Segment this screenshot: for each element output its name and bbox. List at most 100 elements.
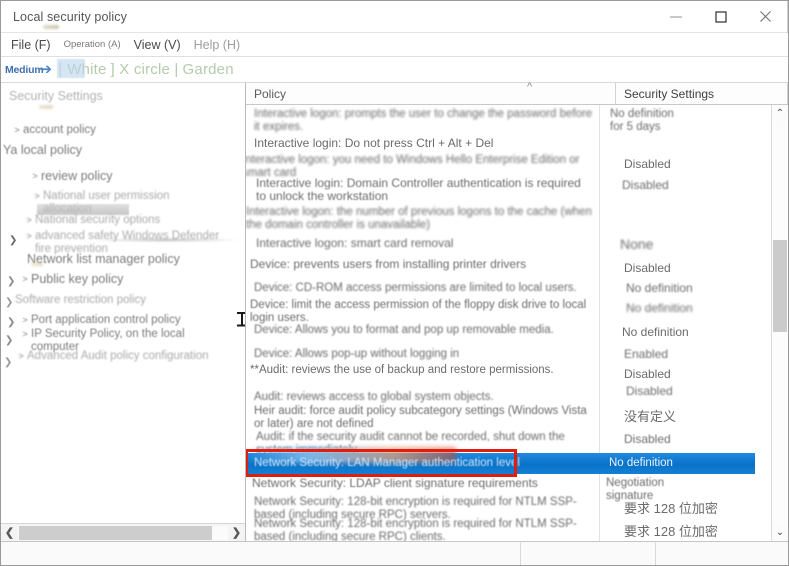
table-row[interactable]: Network Security: 128-bit encryption is … (246, 518, 599, 541)
selected-row-setting-label: No definition (609, 457, 673, 469)
menu-item-operation[interactable]: Operation (A) (64, 39, 121, 50)
table-row[interactable]: Interactive login: Domain Controller aut… (248, 177, 599, 202)
setting-value[interactable]: Disabled (614, 368, 771, 381)
table-row[interactable]: Device: limit the access permission of t… (246, 299, 599, 324)
maximize-button[interactable] (698, 1, 743, 32)
table-row[interactable]: Interactive logon: the number of previou… (246, 206, 599, 231)
title-smudge-artifact (43, 25, 59, 29)
table-row[interactable]: Device: Allows pop-up without logging in (246, 348, 599, 361)
setting-value[interactable]: 要求 128 位加密 (614, 525, 771, 539)
chevron-right-icon[interactable]: > (19, 328, 31, 341)
chevron-right-icon[interactable]: > (15, 350, 27, 363)
tree-item-label: account policy (23, 124, 96, 136)
setting-value[interactable]: Negotiation signature (596, 477, 686, 502)
chevron-right-icon[interactable]: ❯ (4, 354, 16, 371)
menu-item-help[interactable]: Help (H) (194, 38, 241, 52)
scroll-right-icon[interactable]: ❯ (228, 526, 245, 539)
list-vertical-scrollbar[interactable]: ⌃ ⌄ (771, 105, 788, 541)
menu-item-file[interactable]: File (F) (11, 38, 51, 52)
column-header-policy[interactable]: Policy (246, 83, 616, 104)
sort-indicator-icon: ^ (527, 81, 533, 93)
table-row[interactable]: Interactive logon: prompts the user to c… (246, 108, 599, 133)
table-row[interactable]: Heir audit: force audit policy subcatego… (246, 405, 599, 430)
setting-value[interactable]: 没有定义 (614, 410, 771, 424)
vscroll-thumb[interactable] (773, 240, 787, 332)
setting-value[interactable]: No definition for 5 days (600, 108, 674, 133)
chevron-right-icon[interactable]: > (29, 170, 41, 183)
tree-pane: Security Settings > account policy Ya lo… (1, 83, 246, 541)
tree-horizontal-scrollbar[interactable]: ❮ ❯ (1, 523, 245, 541)
chevron-right-icon[interactable]: > (31, 190, 43, 203)
chevron-right-icon[interactable]: ❯ (7, 273, 19, 290)
setting-value[interactable]: 要求 128 位加密 (614, 502, 771, 516)
tree-item-ya-local-policy[interactable]: Ya local policy (3, 142, 233, 159)
setting-value[interactable]: No definition (616, 302, 771, 315)
hscroll-thumb[interactable] (19, 525, 212, 540)
tree-item-software-restriction-policy[interactable]: Software restriction policy (15, 292, 227, 309)
toolbar-word-garden[interactable]: Garden (183, 61, 234, 78)
chevron-right-icon[interactable]: > (23, 214, 35, 227)
chevron-right-icon[interactable]: ❯ (5, 332, 17, 349)
setting-value[interactable]: Disabled (614, 262, 771, 275)
titlebar-right-border (787, 1, 788, 33)
tree-header-label: Security Settings (9, 89, 103, 103)
vscroll-track[interactable] (772, 122, 788, 524)
chevron-right-icon[interactable]: > (23, 230, 35, 243)
list-rows-area: Interactive logon: prompts the user to c… (246, 105, 788, 541)
table-row[interactable]: Interactive logon: smart card removal (248, 237, 599, 250)
tree-item-label: Ya local policy (3, 143, 82, 157)
tree-item-public-key-policy[interactable]: > Public key policy (19, 271, 229, 288)
scroll-left-icon[interactable]: ❮ (1, 526, 18, 539)
tree-header: Security Settings (1, 83, 245, 109)
chevron-right-icon[interactable]: ❯ (5, 294, 17, 311)
setting-value[interactable]: No definition (612, 326, 771, 339)
table-row[interactable]: Device: Allows you to format and pop up … (246, 324, 599, 337)
minimize-button[interactable] (653, 1, 698, 32)
toolbar-word-xcircle[interactable]: ] X circle | (111, 61, 179, 78)
menu-bar: File (F) Operation (A) View (V) Help (H) (1, 33, 788, 57)
setting-value[interactable]: Disabled (614, 158, 771, 171)
list-column-header: Policy Security Settings ^ (246, 81, 788, 105)
toolbar-medium-label[interactable]: Medium (5, 64, 44, 76)
setting-value[interactable]: Enabled (614, 348, 771, 361)
scroll-down-icon[interactable]: ⌄ (772, 524, 788, 541)
tree-item-advanced-audit-policy-configuration[interactable]: > Advanced Audit policy configuration (15, 348, 233, 365)
menu-item-view[interactable]: View (V) (134, 38, 181, 52)
chevron-right-icon[interactable]: > (11, 124, 23, 137)
right-arrow-icon[interactable]: ➔ (39, 62, 52, 77)
selected-setting-highlight[interactable]: No definition (599, 453, 755, 474)
selected-row-policy-label: Network Security: LAN Manager authentica… (254, 457, 520, 469)
table-row[interactable]: Audit: reviews access to global system o… (246, 391, 599, 404)
tree-item-network-list-manager-policy[interactable]: Network list manager policy (27, 251, 237, 268)
table-row[interactable]: Device: prevents users from installing p… (246, 258, 599, 271)
table-row[interactable]: Interactive login: Do not press Ctrl + A… (246, 137, 599, 150)
tree-item-label: Advanced Audit policy configuration (27, 350, 209, 362)
column-header-security-settings[interactable]: Security Settings (616, 83, 788, 104)
table-row[interactable]: Network Security: LDAP client signature … (246, 477, 599, 490)
chevron-right-icon[interactable]: ❯ (7, 314, 19, 331)
hscroll-track[interactable] (18, 525, 228, 540)
chevron-right-icon[interactable]: ❯ (9, 232, 21, 249)
policy-column: Interactive logon: prompts the user to c… (246, 105, 599, 541)
tree-item-account-policy[interactable]: > account policy (11, 122, 231, 139)
column-header-policy-label: Policy (254, 86, 287, 101)
table-row[interactable]: Device: CD-ROM access permissions are li… (246, 282, 599, 295)
tree-item-review-policy[interactable]: > review policy (29, 168, 229, 185)
close-button[interactable] (743, 1, 788, 32)
setting-value[interactable]: Disabled (616, 385, 673, 398)
scroll-up-icon[interactable]: ⌃ (772, 105, 788, 122)
setting-value[interactable]: Disabled (612, 179, 771, 192)
toolbar-highlight-artifact (57, 59, 85, 78)
setting-value[interactable]: None (610, 237, 771, 251)
tree-item-label: Network list manager policy (27, 252, 180, 266)
setting-value[interactable]: Disabled (614, 433, 771, 446)
local-security-policy-window: Local security policy File (F) Operation… (0, 0, 789, 566)
resize-cursor-icon (237, 312, 245, 326)
setting-value[interactable]: No definition (616, 282, 771, 295)
tree-item-national-security-options[interactable]: > National security options (23, 212, 223, 229)
chevron-right-icon[interactable]: > (19, 273, 31, 286)
selected-row-highlight[interactable]: Network Security: LAN Manager authentica… (246, 447, 599, 474)
table-row[interactable]: **Audit: reviews the use of backup and r… (246, 364, 599, 377)
policy-list-pane: Policy Security Settings ^ Interactive l… (246, 81, 788, 541)
title-bar: Local security policy (1, 1, 788, 33)
